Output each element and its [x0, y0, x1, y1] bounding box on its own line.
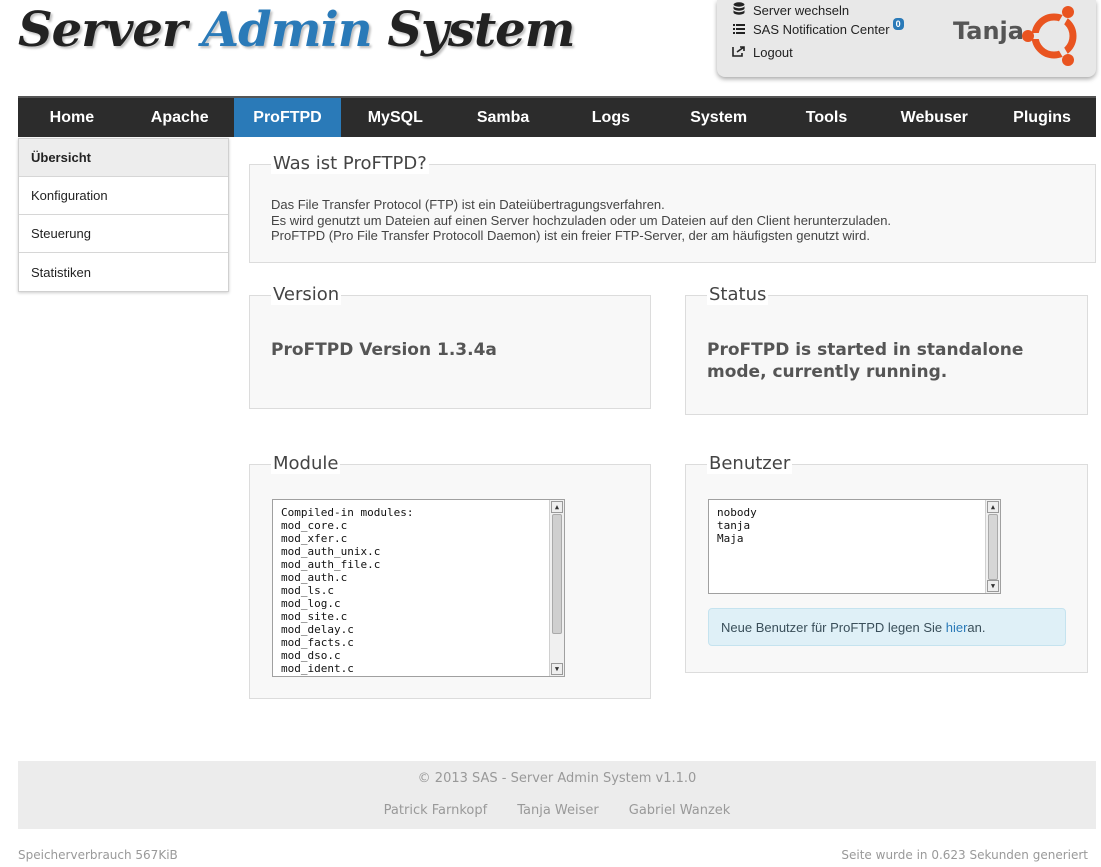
nav-home[interactable]: Home	[18, 98, 126, 137]
status-title: Status	[707, 284, 769, 305]
text-line: mod_auth.c	[281, 571, 348, 584]
switch-server-link[interactable]: Server wechseln	[731, 2, 849, 19]
sidebar: Übersicht Konfiguration Steuerung Statis…	[18, 138, 229, 292]
text-line: tanja	[717, 519, 751, 532]
text-line: Compiled-in modules:	[281, 506, 414, 519]
text-line: mod_xfer.c	[281, 532, 348, 545]
version-panel: Version ProFTPD Version 1.3.4a	[249, 284, 651, 409]
users-title: Benutzer	[707, 453, 793, 474]
scroll-down-icon[interactable]: ▼	[987, 580, 999, 592]
users-hint-text: Neue Benutzer für ProFTPD legen Sie	[721, 619, 943, 635]
footer: © 2013 SAS - Server Admin System v1.1.0 …	[18, 761, 1096, 829]
sidebar-item-uebersicht[interactable]: Übersicht	[19, 139, 228, 177]
nav-samba[interactable]: Samba	[449, 98, 557, 137]
users-scrollbar[interactable]: ▲ ▼	[985, 500, 1000, 593]
text-line: mod_facts.c	[281, 636, 354, 649]
status-text: ProFTPD is started in standalone mode, c…	[707, 340, 1024, 382]
logo-text-2: Admin	[201, 2, 373, 58]
nav-webuser[interactable]: Webuser	[880, 98, 988, 137]
author-link[interactable]: Patrick Farnkopf	[384, 803, 488, 818]
authors: Patrick Farnkopf Tanja Weiser Gabriel Wa…	[18, 803, 1096, 818]
about-title: Was ist ProFTPD?	[271, 153, 429, 174]
module-panel: Module Compiled-in modules: mod_core.c mod…	[249, 453, 651, 699]
logout-link[interactable]: Logout	[731, 45, 793, 60]
nav-logs[interactable]: Logs	[557, 98, 665, 137]
text-line: nobody	[717, 506, 757, 519]
text-line: mod_site.c	[281, 610, 348, 623]
copyright: © 2013 SAS - Server Admin System v1.1.0	[417, 771, 697, 786]
about-line-3: ProFTPD (Pro File Transfer Protocoll Dae…	[271, 228, 870, 243]
about-line-1: Das File Transfer Protocol (FTP) ist ein…	[271, 197, 665, 212]
logo-text-1: Server	[18, 2, 202, 58]
logo-text-3: System	[371, 2, 575, 58]
logout-label: Logout	[753, 45, 793, 60]
scroll-thumb[interactable]	[988, 514, 998, 580]
sidebar-item-steuerung[interactable]: Steuerung	[19, 215, 228, 253]
users-hint: Neue Benutzer für ProFTPD legen Sie hier…	[708, 608, 1066, 646]
text-line: mod_ls.c	[281, 584, 334, 597]
user-panel: Server wechseln SAS Notification Center …	[717, 0, 1096, 77]
memory-usage: Speicherverbrauch 567KiB	[18, 848, 178, 862]
users-hint-link[interactable]: hier	[946, 620, 968, 635]
users-hint-suffix: an.	[967, 619, 986, 635]
text-line: mod_delay.c	[281, 623, 354, 636]
text-line: mod_dso.c	[281, 649, 341, 662]
about-text: Das File Transfer Protocol (FTP) ist ein…	[271, 197, 891, 244]
scroll-up-icon[interactable]: ▲	[551, 501, 563, 513]
text-line: mod_auth_unix.c	[281, 545, 381, 558]
nav-mysql[interactable]: MySQL	[341, 98, 449, 137]
users-panel: Benutzer nobody tanja Maja ▲ ▼ Neue Benutz…	[685, 453, 1088, 673]
scroll-down-icon[interactable]: ▼	[551, 663, 563, 675]
list-icon	[731, 23, 747, 37]
author-link[interactable]: Tanja Weiser	[517, 803, 599, 818]
nav-proftpd[interactable]: ProFTPD	[233, 98, 342, 137]
version-title: Version	[271, 284, 342, 305]
author-link[interactable]: Gabriel Wanzek	[629, 803, 731, 818]
switch-server-label: Server wechseln	[753, 3, 850, 18]
users-list: nobody tanja Maja	[717, 506, 757, 545]
nav-apache[interactable]: Apache	[126, 98, 234, 137]
sidebar-item-konfiguration[interactable]: Konfiguration	[19, 177, 228, 215]
notification-center-link[interactable]: SAS Notification Center 0	[731, 17, 904, 37]
database-icon	[731, 2, 747, 19]
modules-scrollbar[interactable]: ▲ ▼	[549, 500, 564, 676]
modules-textarea[interactable]: Compiled-in modules: mod_core.c mod_xfer.c…	[272, 499, 565, 677]
users-textarea[interactable]: nobody tanja Maja ▲ ▼	[708, 499, 1001, 594]
notification-badge: 0	[892, 17, 904, 30]
nav-tools[interactable]: Tools	[773, 98, 881, 137]
about-panel: Was ist ProFTPD? Das File Transfer Proto…	[249, 153, 1096, 263]
scroll-up-icon[interactable]: ▲	[987, 501, 999, 513]
status-panel: Status ProFTPD is started in standalone …	[685, 284, 1088, 415]
text-line: Maja	[717, 532, 744, 545]
nav-system[interactable]: System	[665, 98, 773, 137]
scroll-thumb[interactable]	[552, 514, 562, 634]
logout-icon	[731, 45, 747, 60]
notification-center-label: SAS Notification Center	[753, 22, 890, 37]
generation-time: Seite wurde in 0.623 Sekunden generiert	[841, 848, 1088, 862]
nav-plugins[interactable]: Plugins	[988, 98, 1096, 137]
modules-list: Compiled-in modules: mod_core.c mod_xfer.c…	[281, 506, 413, 675]
ubuntu-logo-icon	[1022, 6, 1077, 66]
text-line: mod_log.c	[281, 597, 341, 610]
main-nav: Home Apache ProFTPD MySQL Samba Logs Sys…	[18, 96, 1096, 137]
text-line: mod_ident.c	[281, 662, 354, 675]
text-line: mod_auth_file.c	[281, 558, 381, 571]
sidebar-item-statistiken[interactable]: Statistiken	[19, 253, 228, 291]
username[interactable]: Tanja	[953, 17, 1024, 45]
module-title: Module	[271, 453, 341, 474]
version-text: ProFTPD Version 1.3.4a	[271, 340, 497, 360]
text-line: mod_core.c	[281, 519, 348, 532]
about-line-2: Es wird genutzt um Dateien auf einen Ser…	[271, 212, 892, 228]
app-logo[interactable]: Server Admin System	[18, 2, 575, 58]
